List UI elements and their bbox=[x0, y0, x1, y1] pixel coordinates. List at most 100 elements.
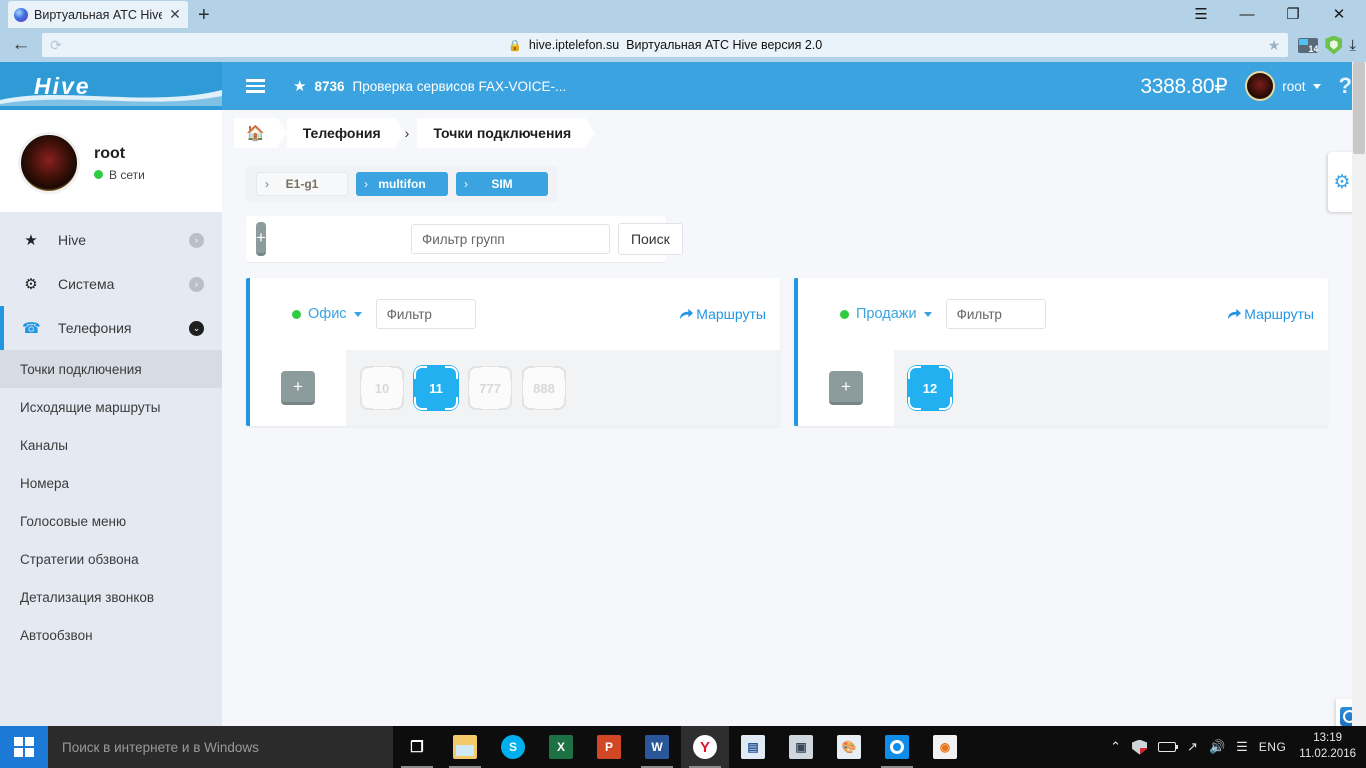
brand-logo[interactable]: Hive bbox=[0, 62, 222, 110]
sidebar-subitem-autodial[interactable]: Автообзвон bbox=[0, 616, 222, 654]
page-viewport: Hive ★ 8736 Проверка сервисов FAX-VOICE-… bbox=[0, 62, 1366, 755]
shield-icon[interactable] bbox=[1325, 35, 1343, 55]
extension-badge[interactable]: 777 bbox=[468, 366, 512, 410]
mail-icon[interactable] bbox=[1298, 37, 1319, 54]
group-extension-filter-input[interactable] bbox=[375, 299, 476, 329]
sidebar-subitem-numbers[interactable]: Номера bbox=[0, 464, 222, 502]
chevron-up-icon[interactable]: ⌃ bbox=[1110, 739, 1121, 755]
shield-icon[interactable] bbox=[1132, 739, 1148, 755]
tab-sim[interactable]: › SIM bbox=[456, 172, 548, 196]
address-bar[interactable]: ⟳ 🔒 hive.iptelefon.su Виртуальная АТС Hi… bbox=[42, 33, 1289, 57]
user-menu[interactable]: root bbox=[1245, 71, 1321, 101]
app-icon: ◉ bbox=[933, 735, 957, 759]
close-window-button[interactable]: ✕ bbox=[1316, 0, 1362, 28]
tab-e1-g1[interactable]: › E1-g1 bbox=[256, 172, 348, 196]
clock[interactable]: 13:19 11.02.2016 bbox=[1297, 731, 1356, 762]
sidebar-item-hive[interactable]: ★ Hive › bbox=[0, 218, 222, 262]
group-extension-filter-input[interactable] bbox=[945, 299, 1046, 329]
phone-icon: ☎ bbox=[22, 320, 41, 337]
sidebar-subitem-call-details[interactable]: Детализация звонков bbox=[0, 578, 222, 616]
extension-badge[interactable]: 10 bbox=[360, 366, 404, 410]
sidebar-subitem-outgoing-routes[interactable]: Исходящие маршруты bbox=[0, 388, 222, 426]
taskbar-app-teamviewer[interactable] bbox=[873, 726, 921, 768]
share-arrow-icon bbox=[680, 308, 694, 319]
sidebar-subitem-call-strategies[interactable]: Стратегии обзвона bbox=[0, 540, 222, 578]
taskbar-app-powerpoint[interactable]: P bbox=[585, 726, 633, 768]
folder-icon bbox=[453, 735, 477, 759]
start-button[interactable] bbox=[0, 726, 48, 768]
taskbar-app-skype[interactable]: S bbox=[489, 726, 537, 768]
taskbar-app-contacts[interactable]: ▤ bbox=[729, 726, 777, 768]
extension-badge[interactable]: 11 bbox=[414, 366, 458, 410]
group-name-dropdown[interactable]: Офис bbox=[292, 306, 362, 322]
task-view-icon: ❐ bbox=[410, 739, 424, 756]
extension-badge[interactable]: 12 bbox=[908, 366, 952, 410]
routes-link[interactable]: Маршруты bbox=[679, 306, 766, 322]
help-icon[interactable]: ? bbox=[1339, 73, 1352, 99]
system-tray: ⌃ ↗ 🔊 ☰ ENG 13:19 11.02.2016 bbox=[1110, 731, 1366, 762]
group-toolbar: + Поиск bbox=[246, 216, 683, 262]
battery-icon[interactable] bbox=[1158, 742, 1179, 752]
taskbar-app-task-view[interactable]: ❐ bbox=[393, 726, 441, 768]
taskbar-app-excel[interactable]: X bbox=[537, 726, 585, 768]
sidebar-subitem-channels[interactable]: Каналы bbox=[0, 426, 222, 464]
windows-taskbar: Поиск в интернете и в Windows ❐ S X P W … bbox=[0, 726, 1366, 768]
star-icon: ★ bbox=[293, 78, 307, 95]
breadcrumb-home[interactable]: 🏠 bbox=[234, 118, 287, 148]
scrollbar-thumb[interactable] bbox=[1353, 62, 1365, 154]
taskbar-app-file-explorer[interactable] bbox=[441, 726, 489, 768]
teamviewer-icon bbox=[885, 735, 909, 759]
maximize-button[interactable]: ❐ bbox=[1270, 0, 1316, 28]
taskbar-app-other[interactable]: ◉ bbox=[921, 726, 969, 768]
extension-list: 12 bbox=[894, 350, 1328, 426]
sidebar: root В сети ★ Hive › ⚙ Система › ☎ Телеф… bbox=[0, 110, 222, 755]
gear-icon: ⚙ bbox=[1333, 171, 1351, 193]
taskbar-app-word[interactable]: W bbox=[633, 726, 681, 768]
new-tab-button[interactable]: + bbox=[198, 5, 210, 28]
taskbar-app-monitor[interactable]: ▣ bbox=[777, 726, 825, 768]
download-icon[interactable]: ⤓ bbox=[1349, 37, 1356, 54]
sidebar-item-system[interactable]: ⚙ Система › bbox=[0, 262, 222, 306]
breadcrumb-item-telephony[interactable]: Телефония bbox=[286, 118, 405, 148]
language-indicator[interactable]: ENG bbox=[1259, 740, 1287, 754]
search-button[interactable]: Поиск bbox=[617, 223, 683, 255]
page-scrollbar[interactable]: ▲ ▼ bbox=[1352, 62, 1366, 755]
bookmark-star-icon[interactable]: ★ bbox=[1268, 37, 1281, 54]
sidebar-subitem-connection-points[interactable]: Точки подключения bbox=[0, 350, 222, 388]
sidebar-profile: root В сети bbox=[0, 110, 222, 212]
add-extension-button[interactable]: + bbox=[829, 371, 863, 405]
connection-tabs: › E1-g1 › multifon › SIM bbox=[246, 166, 558, 202]
sidebar-item-telephony[interactable]: ☎ Телефония ⌄ bbox=[0, 306, 222, 350]
group-name-label: Продажи bbox=[856, 306, 917, 322]
wifi-icon[interactable]: ↗ bbox=[1187, 739, 1198, 755]
action-center-icon[interactable]: ☰ bbox=[1236, 739, 1248, 755]
chevron-down-icon bbox=[353, 311, 362, 317]
add-extension-button[interactable]: + bbox=[281, 371, 315, 405]
breadcrumb: 🏠 Телефония › Точки подключения bbox=[222, 118, 1366, 148]
sidebar-item-label: Система bbox=[58, 276, 115, 292]
extension-badge[interactable]: 888 bbox=[522, 366, 566, 410]
group-cards: Офис Маршруты + bbox=[246, 278, 1366, 426]
contacts-icon: ▤ bbox=[741, 735, 765, 759]
routes-link[interactable]: Маршруты bbox=[1227, 306, 1314, 322]
taskbar-app-paint[interactable]: 🎨 bbox=[825, 726, 873, 768]
minimize-button[interactable]: — bbox=[1224, 0, 1270, 28]
chevron-right-icon: › bbox=[265, 177, 269, 191]
share-arrow-icon bbox=[1228, 308, 1242, 319]
account-title-block[interactable]: ★ 8736 Проверка сервисов FAX-VOICE-... bbox=[293, 77, 566, 95]
close-icon[interactable]: ✕ bbox=[168, 6, 182, 23]
monitor-icon: ▣ bbox=[789, 735, 813, 759]
add-group-button[interactable]: + bbox=[256, 222, 266, 256]
tab-multifon[interactable]: › multifon bbox=[356, 172, 448, 196]
hamburger-icon[interactable] bbox=[246, 79, 265, 93]
sidebar-nav: ★ Hive › ⚙ Система › ☎ Телефония ⌄ Точки… bbox=[0, 212, 222, 654]
group-filter-input[interactable] bbox=[410, 224, 610, 254]
taskbar-search[interactable]: Поиск в интернете и в Windows bbox=[48, 726, 393, 768]
back-icon[interactable]: ← bbox=[10, 34, 32, 56]
volume-icon[interactable]: 🔊 bbox=[1209, 739, 1225, 755]
group-name-dropdown[interactable]: Продажи bbox=[840, 306, 932, 322]
sidebar-subitem-voice-menus[interactable]: Голосовые меню bbox=[0, 502, 222, 540]
browser-tab[interactable]: Виртуальная АТС Hive ве ✕ bbox=[8, 1, 188, 28]
taskbar-app-yandex[interactable]: Y bbox=[681, 726, 729, 768]
browser-menu-icon[interactable]: ☰ bbox=[1178, 0, 1224, 28]
